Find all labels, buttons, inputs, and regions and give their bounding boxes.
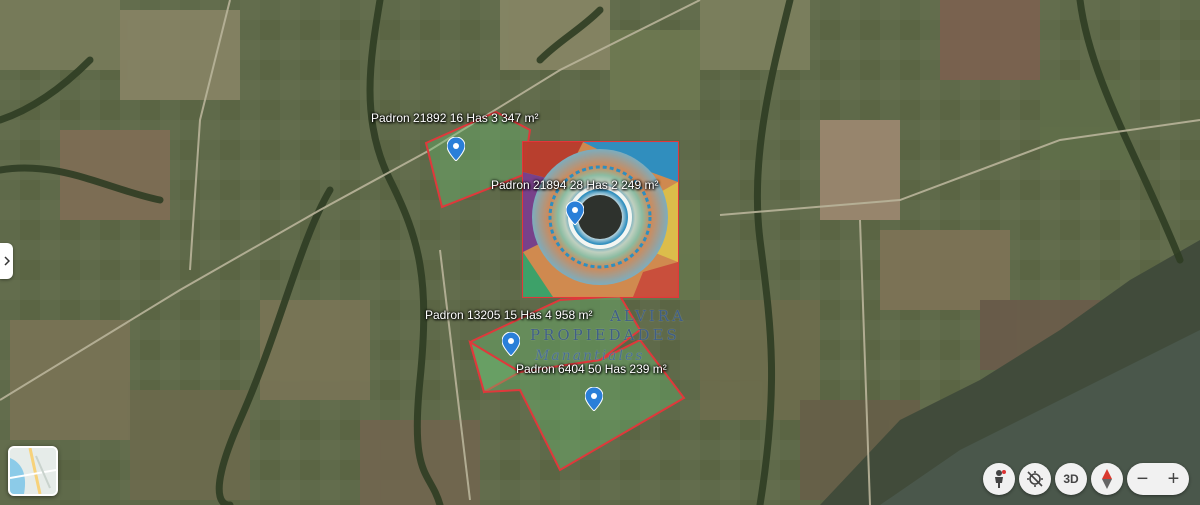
map-pin-icon[interactable] bbox=[565, 200, 585, 226]
map-view[interactable]: ALVIRA PROPIEDADES Manantiales Padron 21… bbox=[0, 0, 1200, 505]
zoom-controls: − + bbox=[1127, 463, 1189, 495]
zoom-out-button[interactable]: − bbox=[1127, 463, 1158, 495]
side-panel-toggle[interactable] bbox=[0, 243, 13, 279]
compass-button[interactable] bbox=[1091, 463, 1123, 495]
zoom-in-button[interactable]: + bbox=[1158, 463, 1189, 495]
watermark-line2: PROPIEDADES bbox=[530, 326, 680, 344]
parcel-label-21892: Padron 21892 16 Has 3 347 m² bbox=[371, 111, 539, 125]
layer-switcher-thumbnail[interactable] bbox=[8, 446, 58, 496]
orientation-icon bbox=[1027, 471, 1043, 487]
map-pin-icon[interactable] bbox=[584, 386, 604, 412]
map-pin-icon[interactable] bbox=[501, 331, 521, 357]
watermark-line1: ALVIRA bbox=[610, 307, 686, 325]
pegman-button[interactable] bbox=[983, 463, 1015, 495]
parcel-label-21894: Padron 21894 28 Has 2 249 m² bbox=[491, 178, 659, 192]
pegman-icon bbox=[995, 470, 1006, 488]
parcel-label-13205: Padron 13205 15 Has 4 958 m² bbox=[425, 308, 593, 322]
chevron-right-icon bbox=[3, 256, 10, 266]
mandala-logo-image bbox=[523, 142, 678, 297]
map-layer-icon bbox=[10, 448, 56, 494]
compass-icon bbox=[1102, 469, 1112, 489]
parcel-label-6404: Padron 6404 50 Has 239 m² bbox=[516, 362, 667, 376]
map-pin-icon[interactable] bbox=[446, 136, 466, 162]
3d-toggle-button[interactable]: 3D bbox=[1055, 463, 1087, 495]
orientation-button[interactable] bbox=[1019, 463, 1051, 495]
3d-label: 3D bbox=[1063, 472, 1079, 486]
